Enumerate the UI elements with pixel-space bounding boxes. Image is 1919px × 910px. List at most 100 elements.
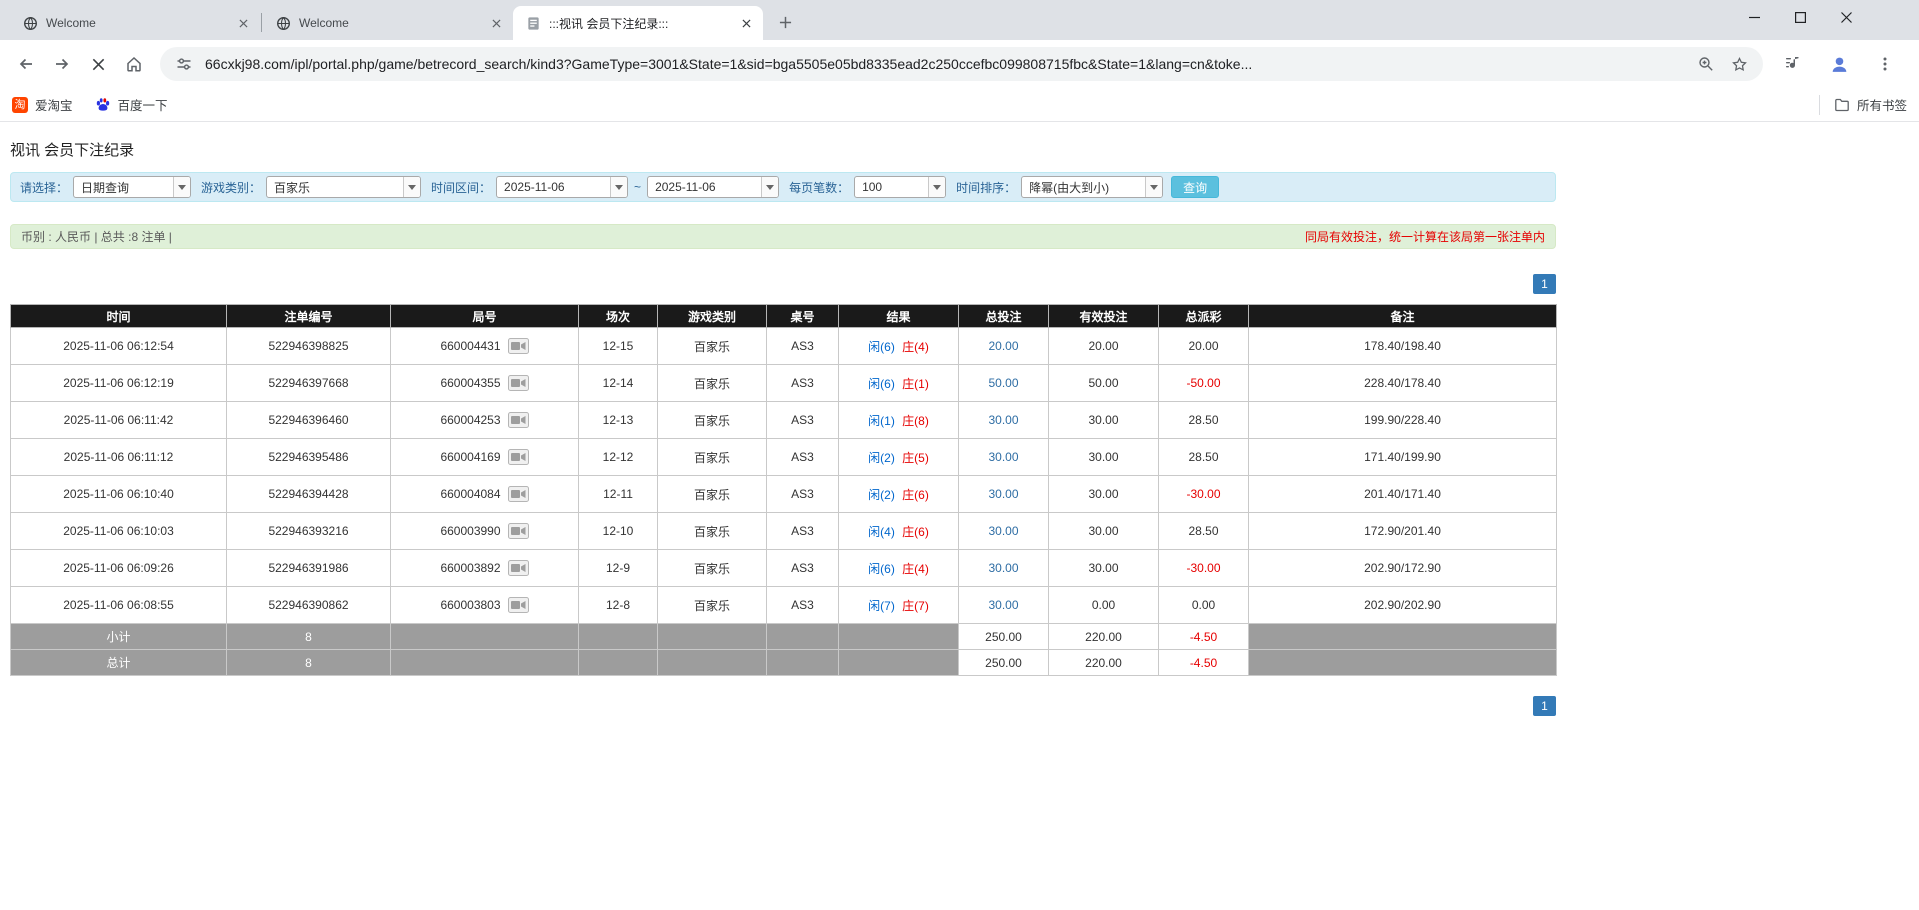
total-bet-link[interactable]: 20.00 [988,339,1018,353]
close-window-button[interactable] [1823,0,1869,34]
cell-time: 2025-11-06 06:10:40 [11,476,227,513]
tab-welcome-1[interactable]: Welcome [10,6,260,40]
bookmark-taobao[interactable]: 淘 爱淘宝 [12,95,73,114]
bookmark-star-icon[interactable] [1727,52,1751,76]
folder-icon [1834,97,1850,113]
cell-valid-bet: 30.00 [1049,550,1159,587]
total-bet-link[interactable]: 30.00 [988,487,1018,501]
cell-payout: 20.00 [1159,328,1249,365]
column-header-9: 总派彩 [1159,305,1249,328]
tab-divider [261,13,262,32]
taobao-icon: 淘 [12,97,28,113]
total-bet-link[interactable]: 30.00 [988,450,1018,464]
table-row: 2025-11-06 06:12:19 522946397668 6600043… [11,365,1557,402]
table-row: 2025-11-06 06:11:42 522946396460 6600042… [11,402,1557,439]
forward-button[interactable] [44,46,80,82]
table-row: 2025-11-06 06:11:12 522946395486 6600041… [11,439,1557,476]
total-bet-link[interactable]: 30.00 [988,413,1018,427]
round-video-icon[interactable] [508,412,529,428]
page-1-button[interactable]: 1 [1533,696,1556,716]
bookmarks-separator [1819,95,1820,115]
cell-total-bet: 20.00 [959,328,1049,365]
cell-table-no: AS3 [767,328,839,365]
total-total-bet: 250.00 [959,650,1049,676]
cell-round: 660003803 [391,587,579,624]
round-video-icon[interactable] [508,338,529,354]
bookmarks-bar: 淘 爱淘宝 百度一下 所有书签 [0,88,1919,122]
column-header-4: 游戏类别 [658,305,767,328]
minimize-button[interactable] [1731,0,1777,34]
cell-session: 12-14 [579,365,658,402]
site-info-icon[interactable] [172,52,196,76]
subtotal-total-bet: 250.00 [959,624,1049,650]
url-bar[interactable]: 66cxkj98.com/ipl/portal.php/game/betreco… [160,47,1763,81]
page-size-value: 100 [855,177,928,197]
cell-remark: 201.40/171.40 [1249,476,1557,513]
total-bet-link[interactable]: 30.00 [988,524,1018,538]
column-header-1: 注单编号 [227,305,391,328]
query-type-select[interactable]: 日期查询 [73,176,191,198]
chevron-down-icon [173,177,190,197]
date-from-select[interactable]: 2025-11-06 [496,176,628,198]
sort-select[interactable]: 降幂(由大到小) [1021,176,1163,198]
cell-round: 660004084 [391,476,579,513]
cell-result: 闲(6) 庄(1) [839,365,959,402]
zoom-icon[interactable] [1694,52,1718,76]
home-button[interactable] [116,46,152,82]
round-video-icon[interactable] [508,597,529,613]
total-bet-link[interactable]: 30.00 [988,598,1018,612]
bookmark-baidu[interactable]: 百度一下 [95,95,168,114]
cell-result: 闲(4) 庄(6) [839,513,959,550]
cell-remark: 178.40/198.40 [1249,328,1557,365]
round-number: 660004253 [440,413,500,427]
search-button[interactable]: 查询 [1171,176,1219,198]
tab-close-icon[interactable] [738,15,755,32]
tab-title: Welcome [299,16,480,30]
round-number: 660004169 [440,450,500,464]
back-button[interactable] [8,46,44,82]
tab-welcome-2[interactable]: Welcome [263,6,513,40]
cell-time: 2025-11-06 06:12:54 [11,328,227,365]
maximize-button[interactable] [1777,0,1823,34]
date-range-label: 时间区间： [431,179,491,196]
cell-session: 12-8 [579,587,658,624]
total-bet-link[interactable]: 30.00 [988,561,1018,575]
new-tab-button[interactable] [771,8,799,36]
menu-icon[interactable] [1867,46,1903,82]
cell-table-no: AS3 [767,439,839,476]
round-video-icon[interactable] [508,560,529,576]
result-banker: 庄(6) [902,525,929,539]
game-type-select[interactable]: 百家乐 [266,176,421,198]
tab-betrecord-active[interactable]: :::视讯 会员下注纪录::: [513,6,763,40]
media-controls-icon[interactable] [1775,46,1811,82]
profile-avatar[interactable] [1821,46,1857,82]
stop-loading-button[interactable] [80,46,116,82]
all-bookmarks-button[interactable]: 所有书签 [1834,95,1907,114]
result-player: 闲(2) [868,451,895,465]
cell-remark: 171.40/199.90 [1249,439,1557,476]
total-bet-link[interactable]: 50.00 [988,376,1018,390]
cell-bet-id: 522946395486 [227,439,391,476]
round-video-icon[interactable] [508,449,529,465]
subtotal-row: 小计 8 250.00 220.00 -4.50 [11,624,1557,650]
page-size-select[interactable]: 100 [854,176,946,198]
cell-payout: -30.00 [1159,476,1249,513]
cell-total-bet: 30.00 [959,476,1049,513]
round-video-icon[interactable] [508,523,529,539]
cell-game-type: 百家乐 [658,439,767,476]
cell-table-no: AS3 [767,587,839,624]
cell-game-type: 百家乐 [658,550,767,587]
date-to-select[interactable]: 2025-11-06 [647,176,779,198]
cell-result: 闲(7) 庄(7) [839,587,959,624]
page-1-button[interactable]: 1 [1533,274,1556,294]
globe-icon [22,15,38,31]
globe-icon [275,15,291,31]
table-body: 2025-11-06 06:12:54 522946398825 6600044… [11,328,1557,624]
tab-close-icon[interactable] [488,15,505,32]
total-row: 总计 8 250.00 220.00 -4.50 [11,650,1557,676]
pagination-top: 1 [10,274,1556,294]
round-video-icon[interactable] [508,486,529,502]
tab-close-icon[interactable] [235,15,252,32]
round-video-icon[interactable] [508,375,529,391]
cell-bet-id: 522946390862 [227,587,391,624]
